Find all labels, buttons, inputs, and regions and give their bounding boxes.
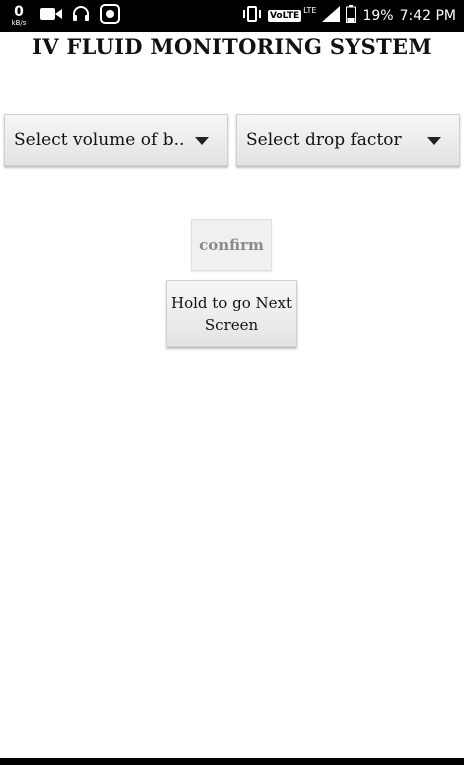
data-speed-value: 0 <box>14 4 24 20</box>
drop-factor-spinner[interactable]: Select drop factor <box>236 114 460 166</box>
vibrate-icon <box>242 6 262 26</box>
bottom-border <box>0 758 464 765</box>
dropdown-arrow-icon <box>427 137 441 145</box>
volume-spinner[interactable]: Select volume of b.. <box>4 114 228 166</box>
clock: 7:42 PM <box>399 8 456 24</box>
video-camera-icon <box>40 6 62 26</box>
data-speed-unit: kB/s <box>11 19 27 27</box>
signal-icon <box>322 6 341 26</box>
headphones-icon <box>72 5 90 27</box>
next-screen-button[interactable]: Hold to go Next Screen <box>166 280 297 347</box>
status-bar: 0 kB/s VoLTE LTE 19% 7:42 PM <box>0 0 464 32</box>
dropdown-arrow-icon <box>195 137 209 145</box>
battery-icon <box>346 5 357 27</box>
network-type: LTE <box>303 6 317 15</box>
drop-factor-spinner-label: Select drop factor <box>246 130 402 150</box>
data-speed-indicator: 0 kB/s <box>8 5 30 27</box>
volte-badge: VoLTE <box>267 10 302 22</box>
volume-spinner-label: Select volume of b.. <box>14 130 185 150</box>
battery-percentage: 19% <box>362 8 394 24</box>
app-notification-icon <box>100 4 120 28</box>
confirm-button[interactable]: confirm <box>191 219 272 271</box>
next-screen-button-line2: Screen <box>204 315 259 334</box>
next-screen-button-line1: Hold to go Next <box>171 293 292 312</box>
page-title: IV FLUID MONITORING SYSTEM <box>32 34 432 59</box>
